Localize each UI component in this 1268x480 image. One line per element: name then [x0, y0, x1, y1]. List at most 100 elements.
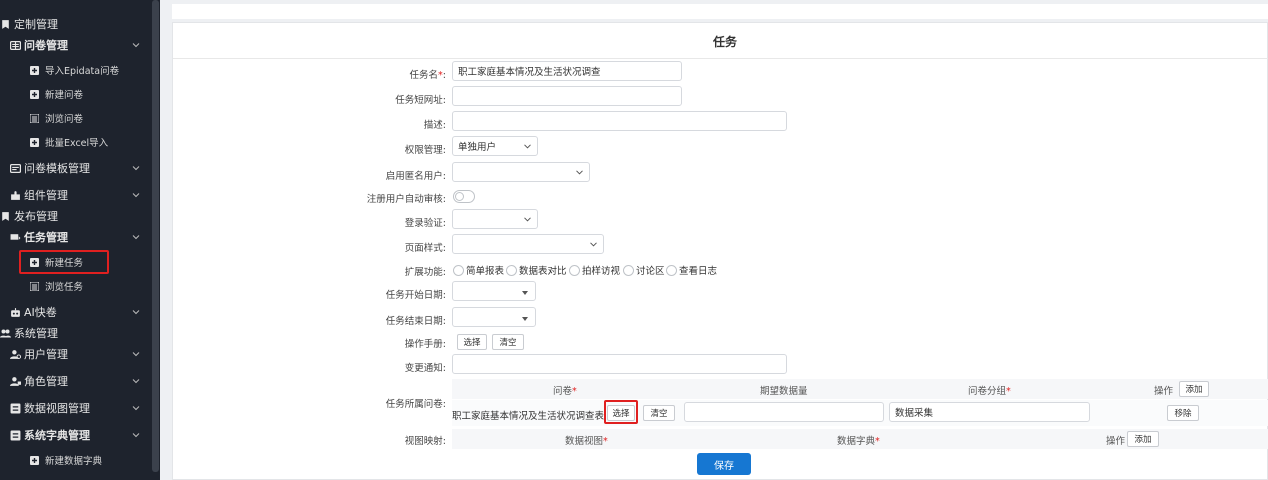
task-form-panel: 任务 任务名*: 职工家庭基本情况及生活状况调查 任务短网址: 描述: 权限管理… [172, 22, 1268, 480]
chevron-down-icon [590, 242, 597, 247]
sidebar-item-browse-questionnaire[interactable]: 浏览问卷 [0, 108, 152, 128]
permission-select[interactable]: 单独用户 [452, 136, 538, 156]
sidebar-item-label: AI快卷 [24, 306, 57, 319]
description-input[interactable] [452, 111, 787, 131]
add-view-mapping-button[interactable]: 添加 [1127, 431, 1159, 447]
start-date-label: 任务开始日期: [385, 290, 446, 301]
template-icon [10, 163, 21, 174]
col-data-dictionary: 数据字典* [837, 436, 880, 447]
sidebar-section-custom[interactable]: 定制管理 [0, 14, 152, 34]
sidebar-item-data-view-mgmt[interactable]: 数据视图管理 [0, 398, 152, 418]
anonymous-label: 启用匿名用户: [385, 171, 446, 182]
col-questionnaire: 问卷* [553, 386, 577, 397]
sidebar-item-import-epidata[interactable]: 导入Epidata问卷 [0, 60, 152, 80]
task-name-input[interactable]: 职工家庭基本情况及生活状况调查 [452, 61, 682, 81]
short-url-label: 任务短网址: [395, 95, 446, 106]
role-icon [10, 376, 21, 387]
end-date-label: 任务结束日期: [385, 316, 446, 327]
plus-square-icon [30, 65, 39, 75]
manual-clear-button[interactable]: 清空 [492, 334, 524, 350]
sidebar-item-new-questionnaire[interactable]: 新建问卷 [0, 84, 152, 104]
sidebar-item-task-mgmt[interactable]: 任务管理 [0, 227, 152, 247]
sidebar-item-role-mgmt[interactable]: 角色管理 [0, 371, 152, 391]
sidebar-item-dictionary-mgmt[interactable]: 系统字典管理 [0, 425, 152, 445]
sidebar-section-publish[interactable]: 发布管理 [0, 206, 152, 226]
col-action: 操作 [1154, 386, 1174, 397]
sidebar-section-system[interactable]: 系统管理 [0, 323, 152, 343]
sidebar-item-browse-task[interactable]: 浏览任务 [0, 276, 152, 296]
extension-sample-visit[interactable]: 拍样访视 [569, 263, 620, 277]
view-icon [10, 403, 21, 414]
chevron-down-icon [132, 166, 140, 171]
checkbox[interactable] [506, 264, 517, 276]
sidebar-item-component-mgmt[interactable]: 组件管理 [0, 185, 152, 205]
extension-simple-report[interactable]: 简单报表 [453, 263, 504, 277]
sidebar-item-label: 新建问卷 [45, 90, 84, 101]
sidebar-item-label: 批量Excel导入 [45, 138, 109, 149]
login-verify-select[interactable] [452, 209, 538, 229]
anonymous-select[interactable] [452, 162, 590, 182]
description-label: 描述: [423, 120, 446, 131]
sidebar-item-user-mgmt[interactable]: 用户管理 [0, 344, 152, 364]
add-questionnaire-button[interactable]: 添加 [1179, 381, 1209, 397]
manual-select-button[interactable]: 选择 [457, 334, 487, 350]
change-notice-input[interactable] [452, 354, 787, 374]
short-url-input[interactable] [452, 86, 682, 106]
chevron-down-icon [132, 310, 140, 315]
checkbox[interactable] [623, 264, 634, 276]
chevron-down-icon [132, 43, 140, 48]
col-expected-count: 期望数据量 [760, 386, 808, 397]
robot-icon [10, 307, 21, 318]
checkbox[interactable] [453, 264, 464, 276]
chevron-down-icon [132, 193, 140, 198]
sidebar-item-label: 发布管理 [14, 210, 58, 223]
top-bar [172, 4, 1268, 19]
highlight-box-select [604, 400, 638, 424]
auto-review-label: 注册用户自动审核: [366, 194, 446, 205]
sidebar-item-label: 角色管理 [24, 375, 68, 388]
task-icon [10, 232, 21, 243]
title-divider [173, 58, 1268, 59]
puzzle-icon [10, 190, 21, 201]
remove-row-button[interactable]: 移除 [1167, 405, 1199, 421]
questionnaire-group-input[interactable]: 数据采集 [889, 402, 1090, 422]
chevron-down-icon [132, 379, 140, 384]
sidebar-item-label: 用户管理 [24, 348, 68, 361]
page-style-label: 页面样式: [404, 243, 446, 254]
checkbox[interactable] [569, 264, 580, 276]
questionnaire-clear-button[interactable]: 清空 [643, 405, 675, 421]
sidebar-item-questionnaire-mgmt[interactable]: 问卷管理 [0, 35, 152, 55]
auto-review-toggle[interactable] [453, 190, 475, 203]
save-button[interactable]: 保存 [697, 453, 751, 475]
sidebar-item-label: 任务管理 [24, 231, 68, 244]
checkbox[interactable] [666, 264, 677, 276]
login-verify-label: 登录验证: [404, 218, 446, 229]
extension-table-compare[interactable]: 数据表对比 [506, 263, 567, 277]
user-gear-icon [10, 349, 21, 360]
change-notice-label: 变更通知: [404, 363, 446, 374]
chevron-down-icon [132, 433, 140, 438]
extension-discussion[interactable]: 讨论区 [623, 263, 665, 277]
sidebar-scrollbar[interactable] [152, 0, 159, 472]
col-data-view: 数据视图* [565, 436, 608, 447]
sidebar-item-template-mgmt[interactable]: 问卷模板管理 [0, 158, 152, 178]
sidebar-item-label: 问卷管理 [24, 39, 68, 52]
sidebar-item-label: 新建数据字典 [45, 456, 103, 467]
chevron-down-icon [132, 352, 140, 357]
chevron-down-icon [132, 235, 140, 240]
plus-square-icon [30, 455, 39, 465]
expected-count-input[interactable] [684, 402, 884, 422]
sidebar-item-label: 浏览问卷 [45, 114, 84, 125]
sidebar-item-label: 系统管理 [14, 327, 58, 340]
end-date-input[interactable] [452, 307, 536, 327]
sidebar-item-batch-excel-import[interactable]: 批量Excel导入 [0, 132, 152, 152]
page-style-select[interactable] [452, 234, 604, 254]
sidebar-item-label: 系统字典管理 [24, 429, 90, 442]
start-date-input[interactable] [452, 281, 536, 301]
sidebar-item-ai-quick[interactable]: AI快卷 [0, 302, 152, 322]
extension-view-log[interactable]: 查看日志 [666, 263, 717, 277]
sidebar-item-label: 组件管理 [24, 189, 68, 202]
sidebar-item-new-dictionary[interactable]: 新建数据字典 [0, 450, 152, 470]
plus-square-icon [30, 137, 39, 147]
dictionary-icon [10, 430, 21, 441]
